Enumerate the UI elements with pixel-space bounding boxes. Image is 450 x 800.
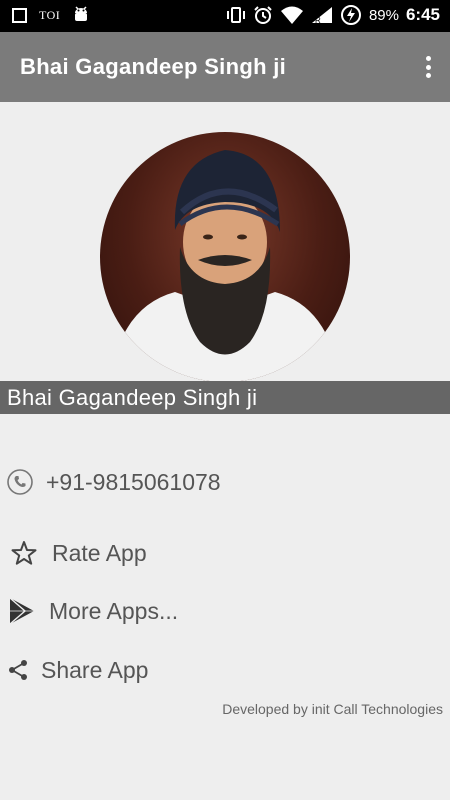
- svg-text:R: R: [315, 16, 321, 24]
- square-icon: [12, 7, 27, 23]
- phone-row[interactable]: +91-9815061078: [0, 459, 450, 505]
- share-app-label: Share App: [41, 656, 149, 683]
- menu-dot: [425, 64, 431, 70]
- more-apps-button[interactable]: More Apps...: [0, 588, 450, 634]
- profile-photo: [100, 132, 350, 382]
- developer-credit: Developed by init Call Technologies: [222, 701, 443, 717]
- alarm-icon: [254, 6, 272, 24]
- rate-app-label: Rate App: [52, 539, 147, 566]
- app-title: Bhai Gagandeep Singh ji: [20, 54, 287, 79]
- more-apps-label: More Apps...: [49, 597, 179, 624]
- menu-dot: [425, 56, 431, 61]
- battery-charging-icon: [340, 5, 361, 25]
- rate-app-button[interactable]: Rate App: [0, 530, 450, 576]
- share-app-button[interactable]: Share App: [0, 647, 450, 693]
- app-bar: Bhai Gagandeep Singh ji: [0, 32, 450, 102]
- wifi-icon: [280, 6, 303, 24]
- clock-time: 6:45: [405, 5, 440, 24]
- battery-percent: 89%: [368, 6, 399, 24]
- phone-number: +91-9815061078: [46, 468, 221, 495]
- status-bar-system: R 89% 6:45: [226, 4, 440, 26]
- more-vertical-icon[interactable]: [420, 54, 436, 80]
- vibrate-icon: [226, 7, 245, 23]
- toi-notification-label: TOI: [39, 7, 61, 22]
- status-bar: TOI R 89% 6:45: [0, 0, 450, 32]
- share-icon: [7, 659, 29, 681]
- star-icon: [10, 539, 38, 567]
- profile-name: Bhai Gagandeep Singh ji: [7, 385, 258, 410]
- play-store-icon: [8, 596, 36, 626]
- signal-icon: R: [311, 7, 332, 24]
- status-bar-notifications: TOI: [12, 6, 90, 24]
- android-icon: [75, 6, 88, 21]
- profile-portrait: [110, 150, 340, 382]
- menu-dot: [425, 73, 431, 78]
- phone-icon: [6, 468, 34, 496]
- profile-name-banner: Bhai Gagandeep Singh ji: [0, 381, 450, 414]
